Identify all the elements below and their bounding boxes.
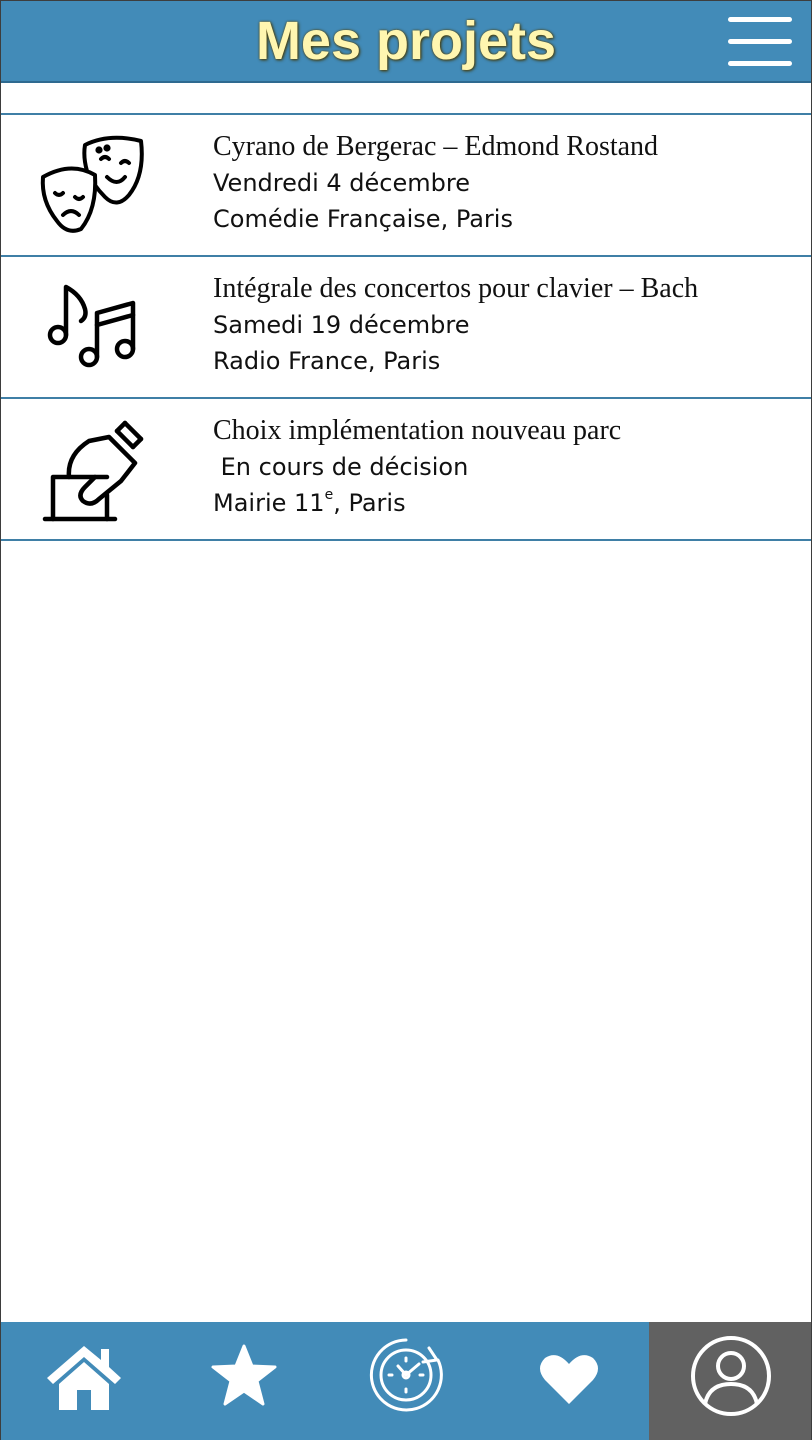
place-main: Mairie 11 (213, 489, 325, 517)
music-notes-icon (47, 284, 136, 368)
page-title: Mes projets (255, 11, 557, 71)
place-rest: , Paris (333, 489, 406, 517)
project-place: Comédie Française, Paris (213, 205, 513, 233)
home-icon (47, 1346, 121, 1410)
profile-icon (691, 1336, 771, 1416)
project-title: Cyrano de Bergerac – Edmond Rostand (213, 131, 659, 162)
menu-line (728, 61, 792, 66)
ballot-box-vote-icon (42, 420, 144, 522)
project-info: Choix implémentation nouveau parc En cou… (213, 413, 621, 521)
project-item-parc[interactable]: Choix implémentation nouveau parc En cou… (1, 397, 811, 541)
nav-history[interactable] (325, 1322, 487, 1440)
project-place: Radio France, Paris (213, 347, 441, 375)
bottom-nav (1, 1322, 811, 1440)
star-icon (211, 1344, 277, 1406)
nav-favorites[interactable] (165, 1322, 325, 1440)
project-item-bach[interactable]: Intégrale des concertos pour clavier – B… (1, 255, 811, 397)
nav-home[interactable] (1, 1322, 165, 1440)
project-list: Cyrano de Bergerac – Edmond Rostand Vend… (1, 113, 811, 541)
project-info: Intégrale des concertos pour clavier – B… (213, 271, 698, 379)
hamburger-menu-icon[interactable] (723, 13, 797, 71)
project-item-cyrano[interactable]: Cyrano de Bergerac – Edmond Rostand Vend… (1, 113, 811, 255)
project-place: Mairie 11e, Paris (213, 485, 621, 521)
project-info: Cyrano de Bergerac – Edmond Rostand Vend… (213, 129, 658, 237)
menu-line (728, 39, 792, 44)
project-date: En cours de décision (213, 453, 469, 481)
theater-masks-icon (40, 135, 144, 233)
nav-likes[interactable] (487, 1322, 649, 1440)
project-title: Intégrale des concertos pour clavier – B… (213, 273, 699, 304)
nav-profile[interactable] (649, 1322, 811, 1440)
history-clock-icon (369, 1338, 443, 1412)
project-date: Samedi 19 décembre (213, 311, 470, 339)
menu-line (728, 17, 792, 22)
project-date: Vendredi 4 décembre (213, 169, 470, 197)
project-title: Choix implémentation nouveau parc (213, 415, 622, 446)
heart-icon (540, 1355, 598, 1404)
place-superscript: e (324, 487, 334, 503)
header-bar: Mes projets (1, 1, 811, 83)
